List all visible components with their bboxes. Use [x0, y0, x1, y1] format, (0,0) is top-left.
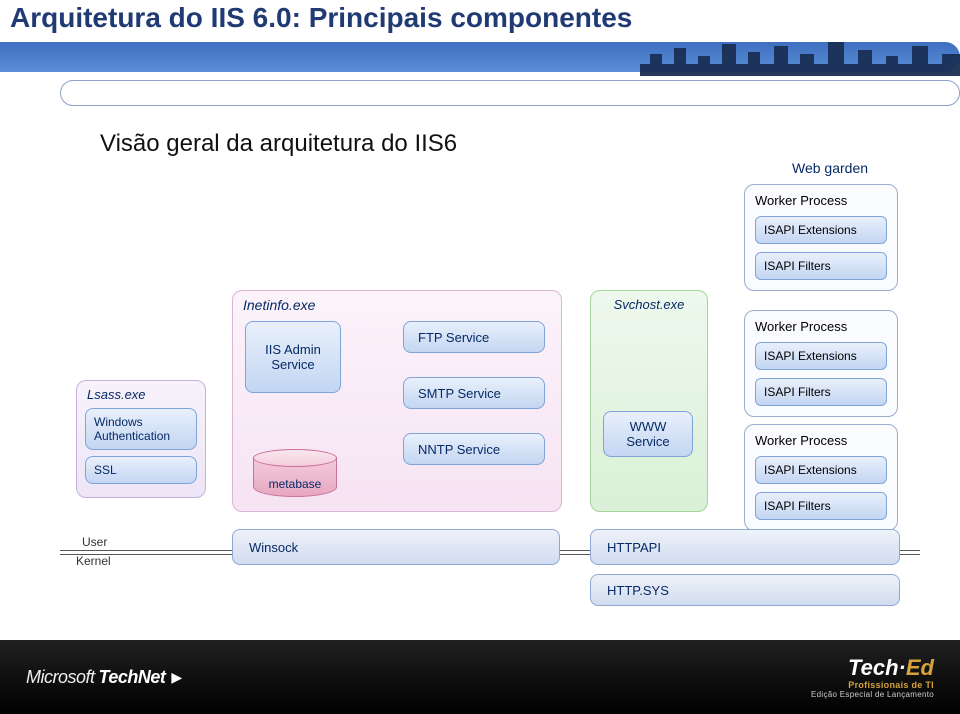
- worker-process-webgarden: Worker Process ISAPI Extensions ISAPI Fi…: [744, 184, 898, 291]
- httpapi-box: HTTPAPI: [590, 529, 900, 565]
- httpsys-box: HTTP.SYS: [590, 574, 900, 606]
- teched-ed: Ed: [906, 655, 934, 680]
- teched-tech: Tech·: [848, 655, 906, 680]
- kernel-mode-label: Kernel: [76, 554, 111, 568]
- technet-word: TechNet: [99, 667, 166, 688]
- windows-auth-box: Windows Authentication: [85, 408, 197, 450]
- isapi-filters-box: ISAPI Filters: [755, 378, 887, 406]
- ftp-service-box: FTP Service: [403, 321, 545, 353]
- header-white-bar: [60, 80, 960, 106]
- web-garden-label: Web garden: [792, 160, 868, 176]
- teched-logo: Tech·Ed Profissionais de TI Edição Espec…: [811, 655, 934, 700]
- worker-process-title: Worker Process: [755, 319, 887, 334]
- lsass-label: Lsass.exe: [77, 381, 205, 402]
- worker-process-bottom: Worker Process ISAPI Extensions ISAPI Fi…: [744, 424, 898, 531]
- smtp-service-box: SMTP Service: [403, 377, 545, 409]
- www-service-box: WWW Service: [603, 411, 693, 457]
- isapi-filters-box: ISAPI Filters: [755, 252, 887, 280]
- teched-edition: Edição Especial de Lançamento: [811, 690, 934, 699]
- ssl-box: SSL: [85, 456, 197, 484]
- metabase-label: metabase: [253, 477, 337, 491]
- user-mode-label: User: [82, 535, 107, 549]
- slide-footer: Microsoft TechNet ▶ Tech·Ed Profissionai…: [0, 640, 960, 714]
- microsoft-technet-logo: Microsoft TechNet ▶: [26, 667, 182, 688]
- worker-process-middle: Worker Process ISAPI Extensions ISAPI Fi…: [744, 310, 898, 417]
- nntp-service-box: NNTP Service: [403, 433, 545, 465]
- isapi-extensions-box: ISAPI Extensions: [755, 342, 887, 370]
- worker-process-title: Worker Process: [755, 193, 887, 208]
- inetinfo-label: Inetinfo.exe: [233, 291, 561, 315]
- worker-process-title: Worker Process: [755, 433, 887, 448]
- svchost-group: Svchost.exe WWW Service: [590, 290, 708, 512]
- lsass-group: Lsass.exe Windows Authentication SSL: [76, 380, 206, 498]
- teched-subtitle: Profissionais de TI: [811, 680, 934, 690]
- microsoft-word: Microsoft: [26, 667, 95, 688]
- isapi-extensions-box: ISAPI Extensions: [755, 216, 887, 244]
- architecture-diagram: Web garden Worker Process ISAPI Extensio…: [0, 150, 960, 610]
- slide-header: Arquitetura do IIS 6.0: Principais compo…: [0, 0, 960, 110]
- slide-title: Arquitetura do IIS 6.0: Principais compo…: [10, 2, 632, 34]
- inetinfo-group: Inetinfo.exe IIS Admin Service FTP Servi…: [232, 290, 562, 512]
- metabase-icon: metabase: [253, 449, 337, 497]
- iis-admin-service-box: IIS Admin Service: [245, 321, 341, 393]
- city-skyline-icon: [640, 36, 960, 76]
- svchost-label: Svchost.exe: [591, 291, 707, 318]
- isapi-extensions-box: ISAPI Extensions: [755, 456, 887, 484]
- isapi-filters-box: ISAPI Filters: [755, 492, 887, 520]
- chevron-right-icon: ▶: [169, 669, 181, 686]
- winsock-box: Winsock: [232, 529, 560, 565]
